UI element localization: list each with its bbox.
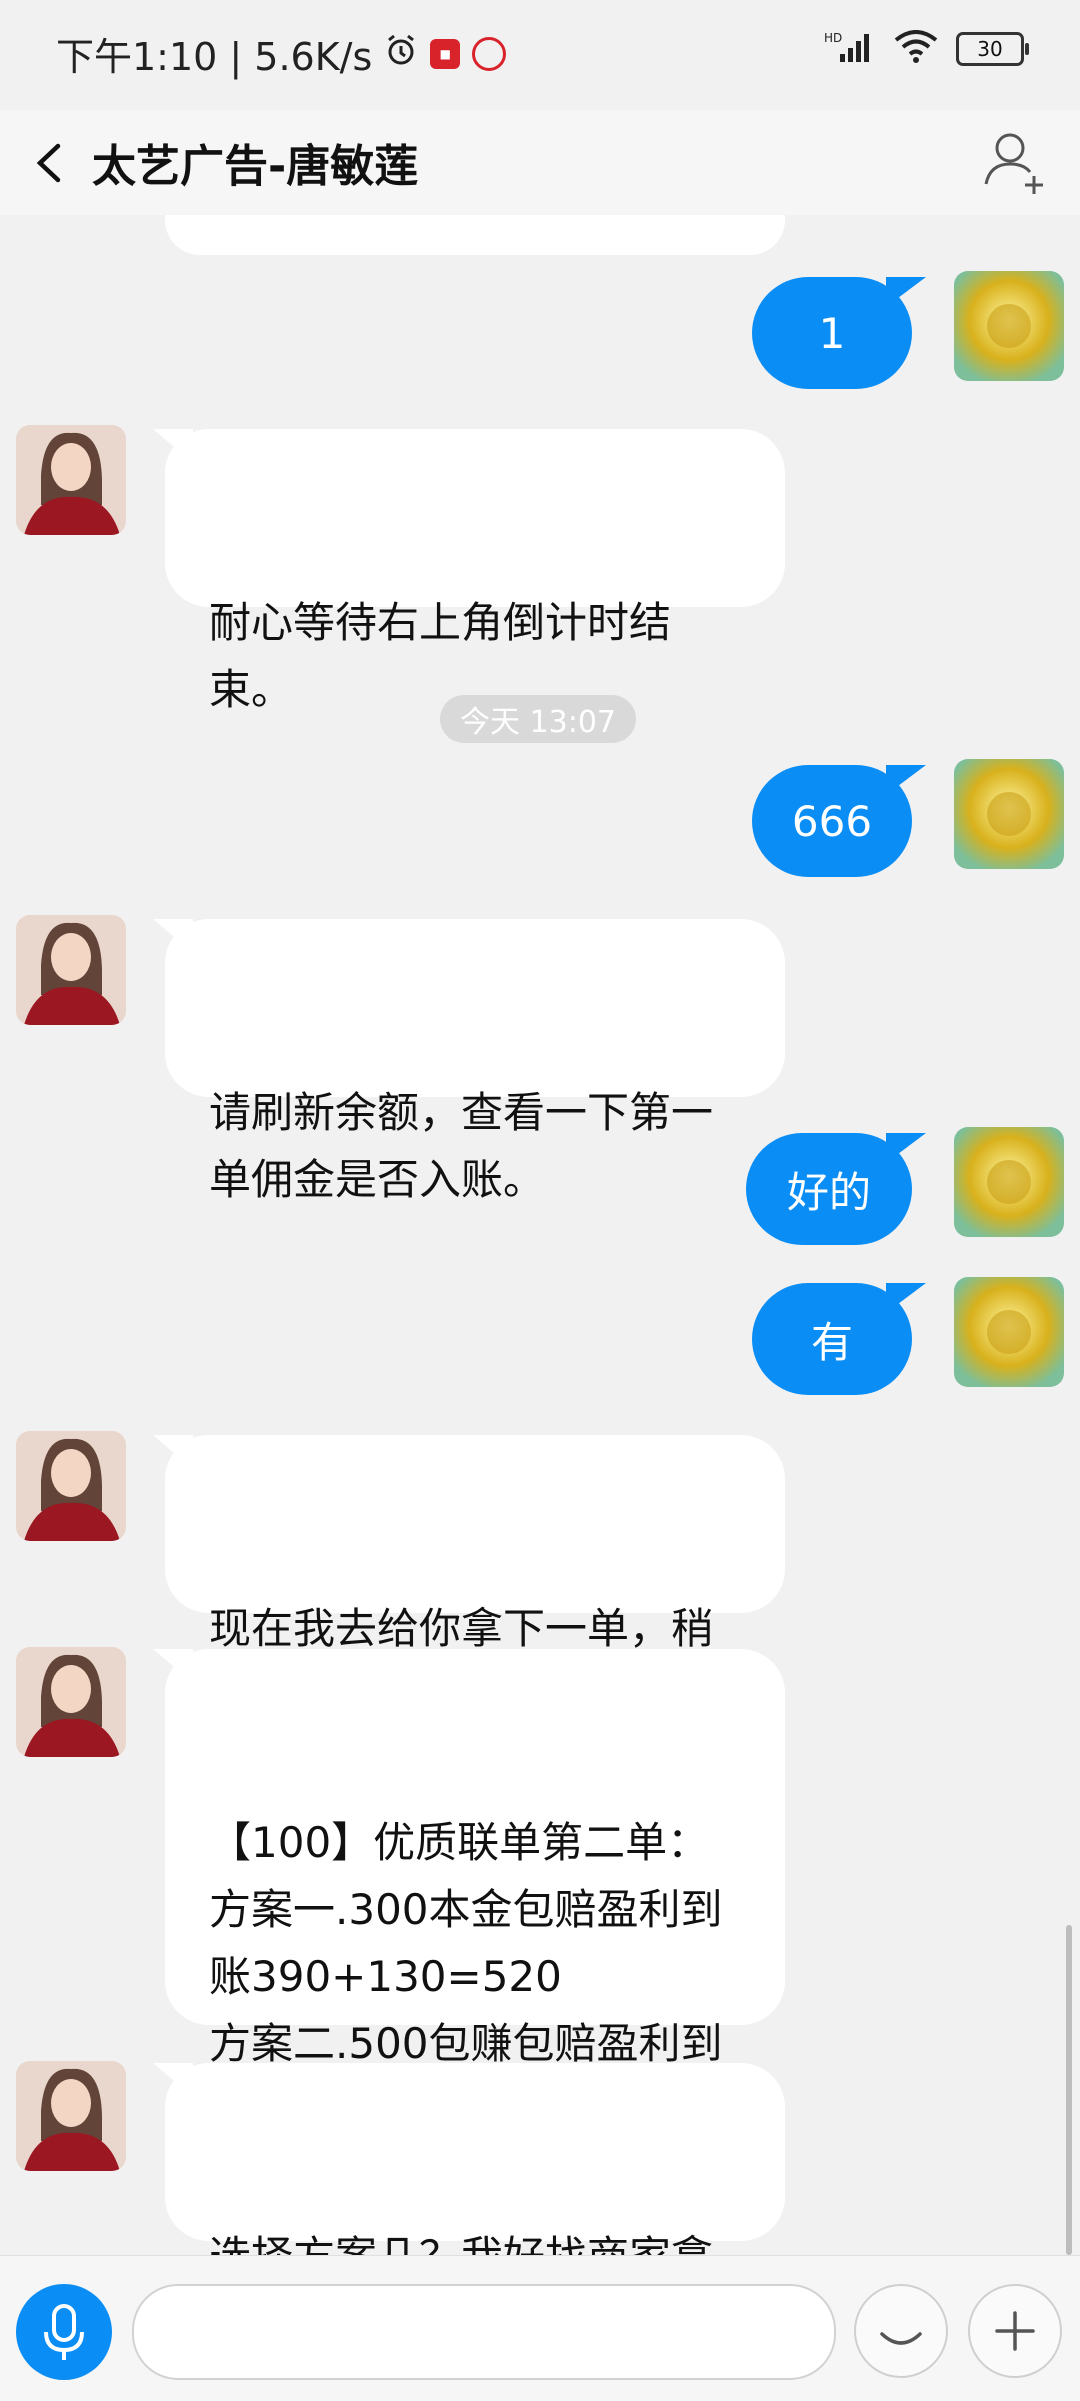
more-button[interactable] bbox=[968, 2284, 1062, 2378]
smile-icon bbox=[880, 2332, 922, 2345]
back-button[interactable] bbox=[18, 128, 88, 198]
message-text: 1 bbox=[818, 308, 846, 358]
message-row: 耐心等待右上角倒计时结 束。 bbox=[0, 425, 1080, 714]
add-user-icon bbox=[984, 133, 1043, 194]
battery-level: 30 bbox=[977, 37, 1003, 61]
message-list[interactable]: 1 耐心等待右上角倒计时结 束。 今天 13:07 666 请刷新余额，查看一下… bbox=[0, 215, 1080, 2255]
message-row: 有 bbox=[0, 1277, 1080, 1395]
message-bubble-outgoing[interactable]: 1 bbox=[752, 277, 926, 389]
bubble-tail bbox=[153, 2063, 193, 2097]
app-notification-icon: ■ bbox=[430, 38, 461, 69]
contact-avatar[interactable] bbox=[16, 1431, 126, 1541]
message-row: 请刷新余额，查看一下第一 单佣金是否入账。 bbox=[0, 915, 1080, 1204]
message-text: 好的 bbox=[786, 1167, 871, 1217]
message-text: 选择方案几？我好找商家拿 数据做单。 bbox=[209, 2232, 713, 2255]
message-text: 666 bbox=[791, 796, 873, 846]
message-bubble-outgoing[interactable]: 有 bbox=[752, 1283, 926, 1395]
message-bubble-incoming[interactable]: 请刷新余额，查看一下第一 单佣金是否入账。 bbox=[153, 919, 785, 1204]
message-row: 好的 bbox=[0, 1127, 1080, 1245]
status-right: HD 30 bbox=[824, 30, 1029, 68]
voice-button[interactable] bbox=[16, 2284, 112, 2380]
message-row: 666 bbox=[0, 759, 1080, 877]
contact-avatar[interactable] bbox=[16, 2061, 126, 2171]
timestamp-label: 今天 13:07 bbox=[440, 695, 636, 743]
my-avatar[interactable] bbox=[954, 271, 1064, 381]
message-row: 1 bbox=[0, 271, 1080, 389]
chat-header: 太艺广告-唐敏莲 bbox=[0, 110, 1080, 215]
input-bar bbox=[0, 2255, 1080, 2401]
partial-message-bubble[interactable] bbox=[165, 215, 785, 255]
message-bubble-incoming[interactable]: 现在我去给你拿下一单，稍 等。 bbox=[153, 1435, 785, 1720]
my-avatar[interactable] bbox=[954, 759, 1064, 869]
contact-avatar[interactable] bbox=[16, 425, 126, 535]
battery-icon: 30 bbox=[956, 32, 1029, 66]
message-input[interactable] bbox=[132, 2284, 836, 2380]
bank-notification-icon bbox=[472, 36, 507, 71]
bubble-tail bbox=[153, 1435, 193, 1469]
message-row: 【100】优质联单第二单： 方案一.300本金包赔盈利到 账390+130=52… bbox=[0, 1647, 1080, 2135]
bubble-tail bbox=[153, 919, 193, 953]
bubble-tail bbox=[886, 765, 926, 795]
alarm-icon bbox=[384, 32, 418, 76]
message-row: 现在我去给你拿下一单，稍 等。 bbox=[0, 1431, 1080, 1720]
svg-text:HD: HD bbox=[824, 31, 842, 45]
message-row: 选择方案几？我好找商家拿 数据做单。 bbox=[0, 2061, 1080, 2255]
signal-icon: HD bbox=[824, 30, 876, 68]
back-arrow-icon bbox=[36, 143, 61, 183]
contact-avatar[interactable] bbox=[16, 915, 126, 1025]
plus-icon bbox=[995, 2311, 1035, 2351]
contact-avatar[interactable] bbox=[16, 1647, 126, 1757]
scrollbar[interactable] bbox=[1066, 1925, 1072, 2255]
status-bar: 下午1:10 | 5.6K/s ■ HD 30 bbox=[0, 0, 1080, 110]
bubble-tail bbox=[886, 1133, 926, 1163]
message-bubble-incoming[interactable]: 耐心等待右上角倒计时结 束。 bbox=[153, 429, 785, 714]
microphone-icon bbox=[44, 2304, 84, 2360]
bubble-tail bbox=[886, 277, 926, 307]
bubble-tail bbox=[886, 1283, 926, 1313]
bubble-tail bbox=[153, 1649, 193, 1683]
message-text: 有 bbox=[810, 1317, 853, 1367]
wifi-icon bbox=[894, 30, 938, 68]
my-avatar[interactable] bbox=[954, 1127, 1064, 1237]
chat-title: 太艺广告-唐敏莲 bbox=[92, 141, 419, 192]
message-bubble-incoming[interactable]: 选择方案几？我好找商家拿 数据做单。 bbox=[153, 2063, 785, 2255]
message-bubble-outgoing[interactable]: 好的 bbox=[746, 1133, 926, 1245]
bubble-tail bbox=[153, 429, 193, 463]
message-bubble-outgoing[interactable]: 666 bbox=[752, 765, 926, 877]
add-friend-button[interactable] bbox=[976, 122, 1056, 202]
message-bubble-incoming[interactable]: 【100】优质联单第二单： 方案一.300本金包赔盈利到 账390+130=52… bbox=[153, 1649, 785, 2135]
status-left: 下午1:10 | 5.6K/s ■ bbox=[56, 26, 507, 81]
status-time-speed: 下午1:10 | 5.6K/s bbox=[56, 35, 373, 79]
my-avatar[interactable] bbox=[954, 1277, 1064, 1387]
emoji-button[interactable] bbox=[854, 2284, 948, 2378]
